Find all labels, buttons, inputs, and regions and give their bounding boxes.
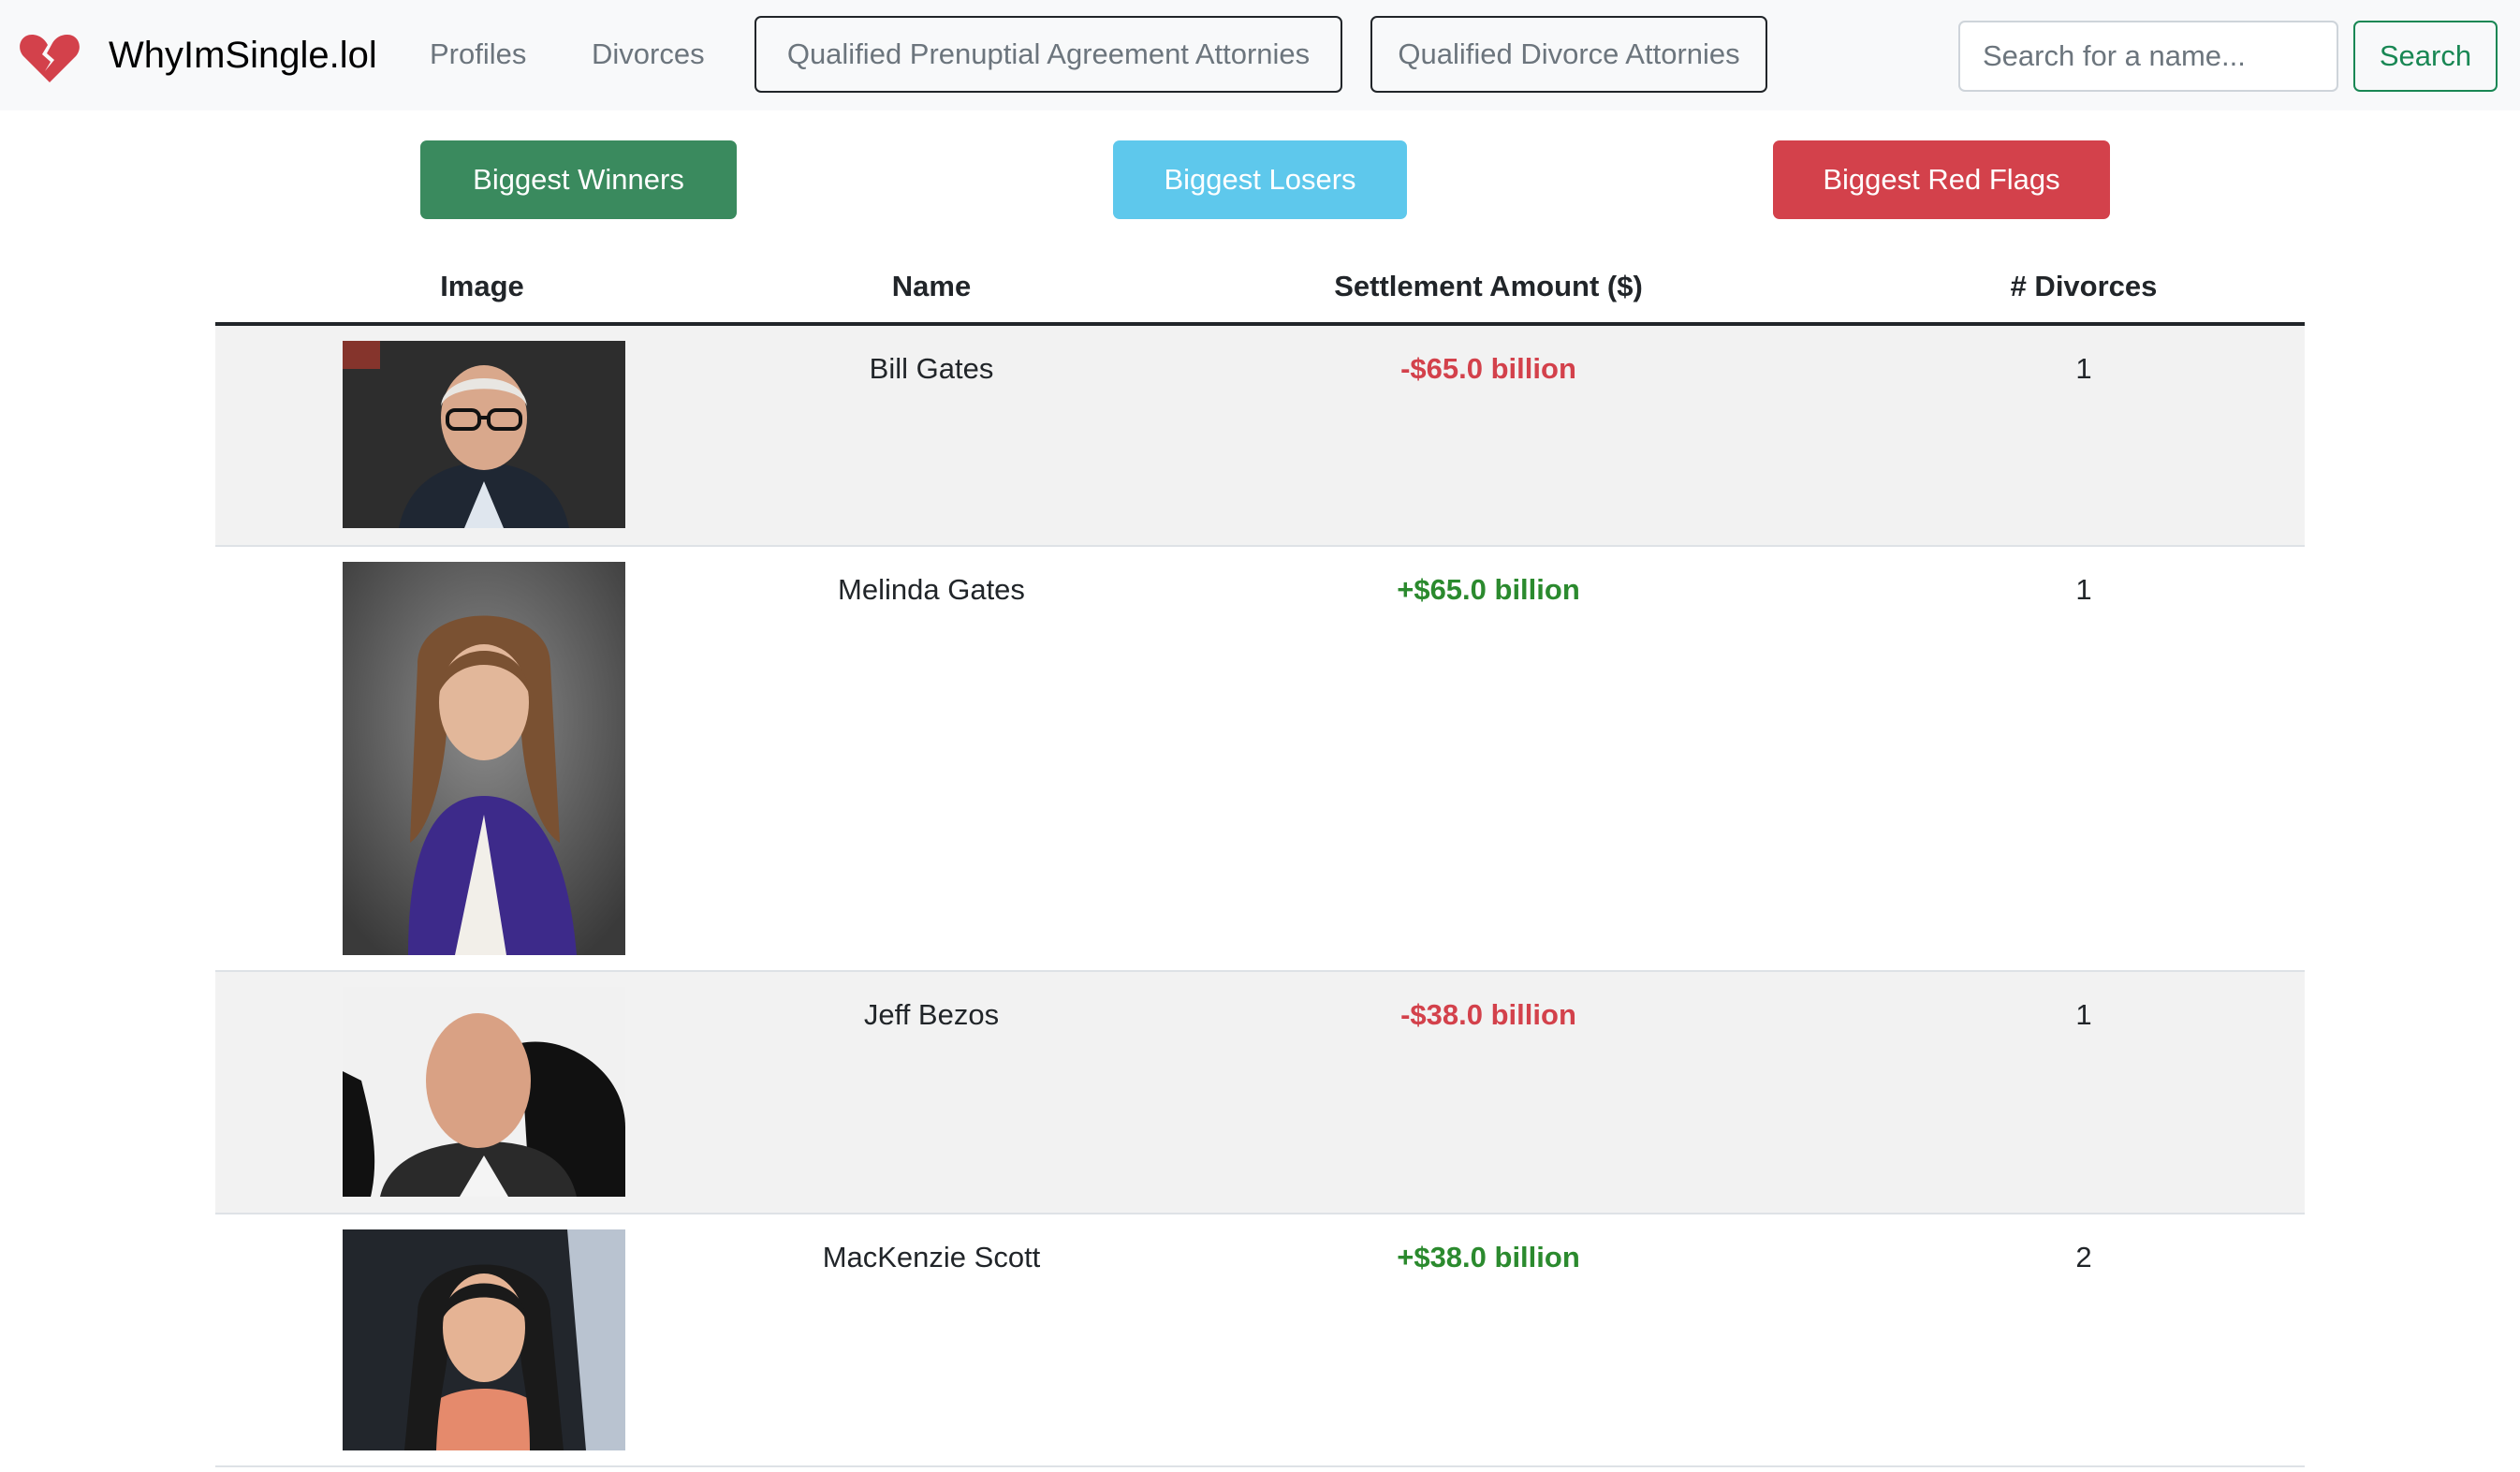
column-header-name: Name — [891, 270, 972, 302]
table-row: Bill Gates -$65.0 billion 1 — [215, 326, 2305, 547]
person-photo — [343, 1229, 625, 1450]
nav-link-divorces[interactable]: Divorces — [592, 34, 705, 75]
biggest-winners-button[interactable]: Biggest Winners — [420, 140, 737, 219]
brand-name[interactable]: WhyImSingle.lol — [109, 29, 377, 81]
column-header-image: Image — [440, 270, 524, 302]
navbar: WhyImSingle.lol Profiles Divorces Qualif… — [0, 0, 2520, 110]
table-row: Jeff Bezos -$38.0 billion 1 — [215, 972, 2305, 1214]
biggest-losers-button[interactable]: Biggest Losers — [1113, 140, 1407, 219]
column-header-settlement: Settlement Amount ($) — [1334, 270, 1643, 302]
divorce-count: 1 — [2075, 998, 2092, 1031]
divorce-count: 1 — [2075, 573, 2092, 606]
table-header: Image Name Settlement Amount ($) # Divor… — [215, 251, 2305, 326]
table-row: Melinda Gates +$65.0 billion 1 — [215, 547, 2305, 972]
person-photo — [343, 341, 625, 528]
search-input[interactable] — [1958, 21, 2338, 92]
person-name[interactable]: MacKenzie Scott — [749, 1237, 1114, 1278]
table-row: MacKenzie Scott +$38.0 billion 2 — [215, 1214, 2305, 1467]
divorce-table: Image Name Settlement Amount ($) # Divor… — [215, 251, 2305, 1467]
person-name[interactable]: Jeff Bezos — [749, 994, 1114, 1036]
biggest-red-flags-button[interactable]: Biggest Red Flags — [1773, 140, 2110, 219]
settlement-amount: +$38.0 billion — [1397, 1241, 1580, 1273]
person-photo — [343, 987, 625, 1197]
divorce-count: 2 — [2075, 1241, 2092, 1273]
divorce-count: 1 — [2075, 352, 2092, 385]
nav-link-profiles[interactable]: Profiles — [430, 34, 526, 75]
person-name[interactable]: Bill Gates — [749, 348, 1114, 390]
search-button[interactable]: Search — [2353, 21, 2498, 92]
broken-heart-icon[interactable] — [19, 34, 81, 84]
column-header-divorces: # Divorces — [2010, 270, 2158, 302]
settlement-amount: +$65.0 billion — [1397, 573, 1580, 606]
person-name[interactable]: Melinda Gates — [749, 569, 1114, 611]
settlement-amount: -$65.0 billion — [1400, 352, 1576, 385]
settlement-amount: -$38.0 billion — [1400, 998, 1576, 1031]
divorce-attorneys-button[interactable]: Qualified Divorce Attornies — [1370, 16, 1767, 93]
prenup-attorneys-button[interactable]: Qualified Prenuptial Agreement Attornies — [755, 16, 1342, 93]
person-photo — [343, 562, 625, 955]
